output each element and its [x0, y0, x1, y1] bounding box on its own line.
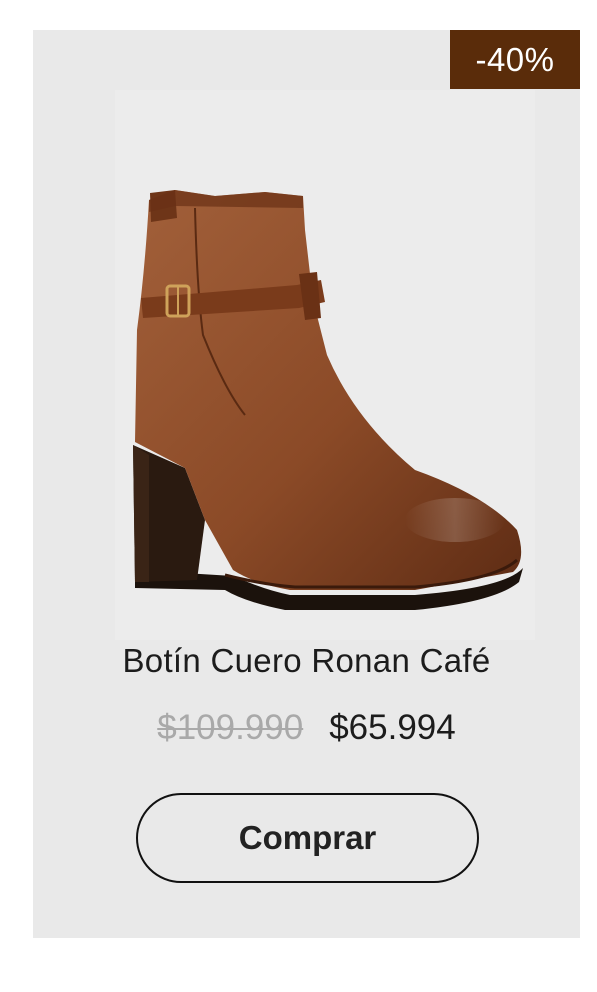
product-card[interactable]: -40% Botín Cuero Ronan Café $109.990 $65…	[33, 30, 580, 938]
original-price: $109.990	[157, 708, 304, 747]
price-row: $109.990 $65.994	[33, 708, 580, 748]
sale-price: $65.994	[329, 708, 456, 747]
product-title[interactable]: Botín Cuero Ronan Café	[33, 642, 580, 680]
discount-badge: -40%	[450, 30, 580, 89]
buy-button[interactable]: Comprar	[136, 793, 479, 883]
ankle-boot-image	[133, 190, 523, 610]
product-image-area[interactable]	[115, 90, 535, 640]
